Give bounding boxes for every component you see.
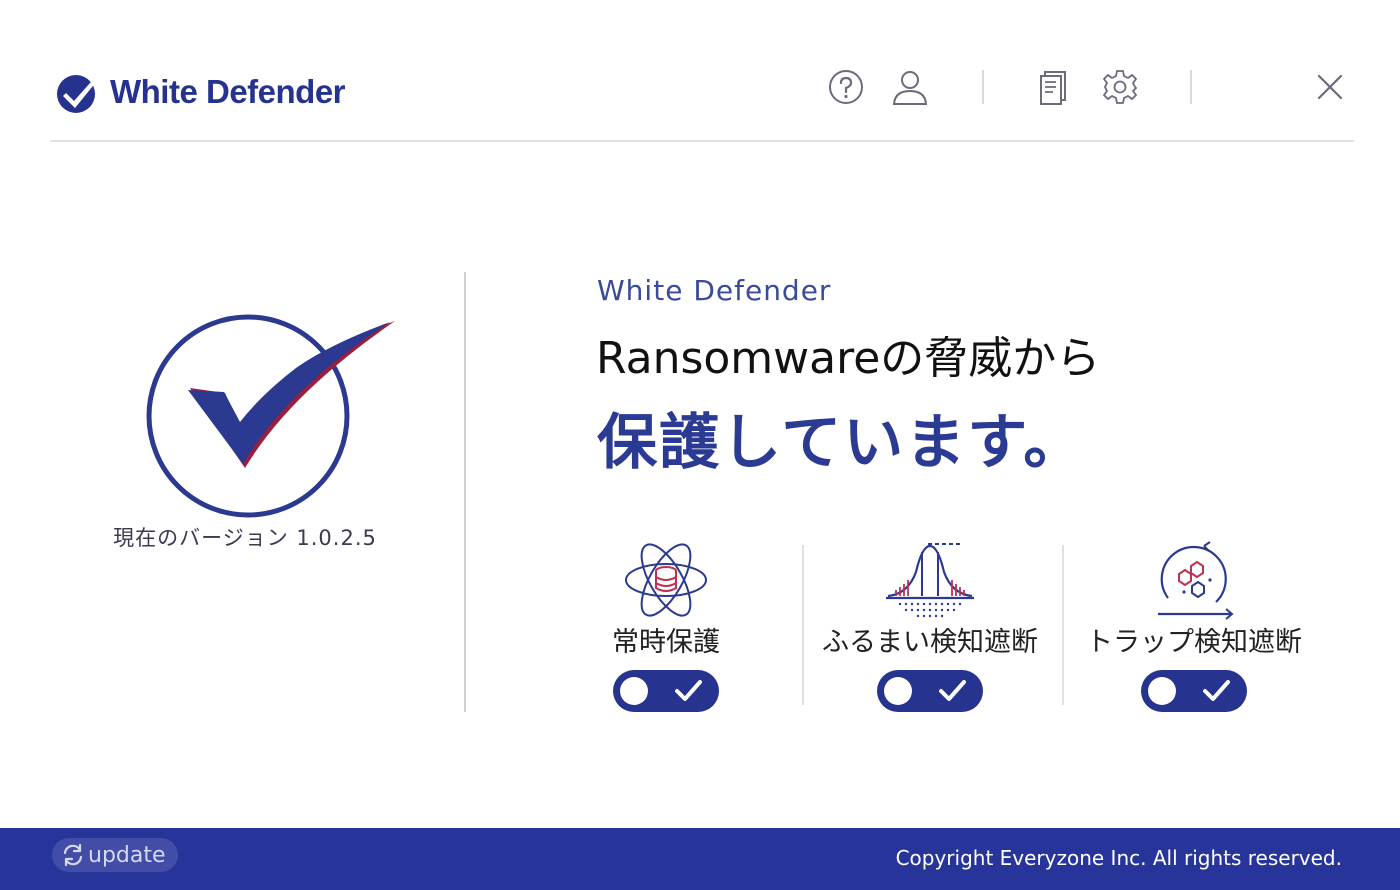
toolbar-separator [1190, 70, 1192, 104]
gear-icon [1102, 70, 1138, 104]
document-icon [1040, 71, 1066, 105]
app-window: White Defender 現在のバージョン 1.0.2.5 White De… [0, 0, 1400, 890]
user-icon [892, 71, 928, 105]
close-button[interactable] [1310, 66, 1350, 108]
footer-bar: update Copyright Everyzone Inc. All righ… [0, 828, 1400, 890]
update-button[interactable]: update [52, 838, 178, 872]
check-icon [675, 680, 702, 701]
help-button[interactable] [826, 66, 866, 108]
toggle-knob [1148, 677, 1176, 705]
feature-trap-detection: トラップ検知遮断 [1064, 538, 1324, 718]
brand: White Defender [54, 68, 346, 116]
realtime-protection-toggle[interactable] [613, 670, 719, 712]
settings-button[interactable] [1100, 66, 1140, 108]
behavior-detection-toggle[interactable] [877, 670, 983, 712]
update-label: update [88, 842, 166, 868]
protected-check-icon [146, 314, 395, 518]
feature-label: トラップ検知遮断 [1086, 627, 1302, 658]
report-button[interactable] [1034, 66, 1074, 108]
atom-database-icon [625, 543, 707, 617]
feature-label: ふるまい検知遮断 [822, 627, 1038, 658]
check-icon [939, 680, 966, 701]
refresh-icon [63, 843, 83, 867]
status-subtitle: White Defender [597, 274, 832, 307]
header-bar: White Defender [50, 40, 1354, 142]
status-headline-emphasis: 保護しています。 [597, 408, 1086, 478]
account-button[interactable] [890, 66, 930, 108]
version-label: 現在のバージョン 1.0.2.5 [113, 526, 377, 550]
bell-curve-icon [886, 543, 974, 618]
help-circle-icon [829, 70, 863, 104]
trap-detection-toggle[interactable] [1141, 670, 1247, 712]
hexagon-cycle-icon [1158, 541, 1234, 620]
toggle-knob [884, 677, 912, 705]
brand-name: White Defender [110, 73, 346, 110]
feature-realtime-protection: 常時保護 [536, 538, 796, 718]
status-headline: Ransomwareの脅威から [596, 333, 1101, 384]
check-icon [1203, 680, 1230, 701]
brand-check-icon [57, 74, 101, 113]
feature-behavior-detection: ふるまい検知遮断 [800, 538, 1060, 718]
toolbar-separator [982, 70, 984, 104]
close-icon [1317, 74, 1343, 100]
feature-label: 常時保護 [612, 627, 720, 658]
copyright-text: Copyright Everyzone Inc. All rights rese… [895, 846, 1342, 870]
panel-divider [464, 272, 466, 712]
toggle-knob [620, 677, 648, 705]
